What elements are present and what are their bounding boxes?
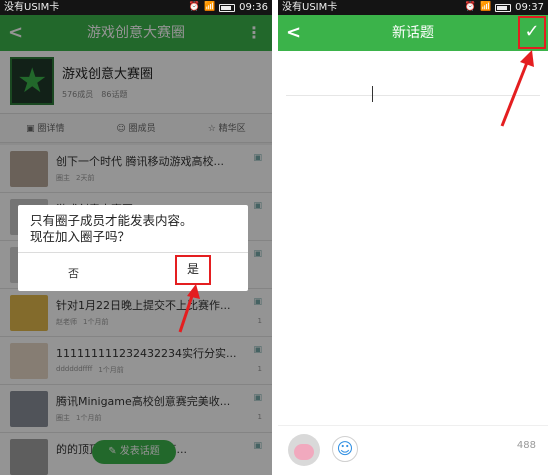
page-title: 新话题 [392, 25, 434, 41]
carrier-label: 没有USIM卡 [4, 2, 60, 13]
clock-label: 09:36 [239, 2, 268, 13]
status-bar: 没有USIM卡 ⏰ 📶 09:37 [278, 0, 548, 15]
attach-image-button[interactable] [288, 434, 320, 466]
yes-button[interactable]: 是 [175, 255, 211, 285]
wifi-icon: 📶 [479, 2, 492, 12]
topic-title-input[interactable] [286, 66, 540, 96]
no-button[interactable]: 否 [46, 261, 142, 287]
app-bar: < 新话题 [278, 15, 548, 51]
join-circle-dialog: 只有圈子成员才能发表内容。 现在加入圈子吗？ 否 [18, 205, 248, 291]
battery-icon [495, 3, 512, 12]
text-cursor [372, 86, 373, 102]
alarm-icon: ⏰ [188, 2, 200, 12]
confirm-button[interactable]: ✓ [518, 16, 546, 49]
emoji-button[interactable]: ☺ [332, 436, 358, 462]
editor-toolbar: ☺ 488 [278, 425, 548, 475]
topic-editor [286, 60, 540, 425]
dialog-message: 只有圈子成员才能发表内容。 现在加入圈子吗？ [30, 213, 193, 244]
remaining-char-count: 488 [516, 440, 536, 451]
status-bar: 没有USIM卡 ⏰ 📶 09:36 [0, 0, 272, 15]
left-screen: 没有USIM卡 ⏰ 📶 09:36 < 游戏创意大赛圈 ⋮ 游戏创意大赛圈 57… [0, 0, 272, 475]
wifi-icon: 📶 [203, 2, 216, 12]
battery-icon [219, 3, 236, 12]
clock-label: 09:37 [515, 2, 544, 13]
topic-body-input[interactable] [286, 98, 540, 425]
smiley-icon: ☺ [336, 439, 354, 458]
right-screen: 没有USIM卡 ⏰ 📶 09:37 < 新话题 ✓ ☺ 488 [278, 0, 548, 475]
dialog-divider [18, 252, 248, 253]
screenshot: 没有USIM卡 ⏰ 📶 09:36 < 游戏创意大赛圈 ⋮ 游戏创意大赛圈 57… [0, 0, 548, 475]
carrier-label: 没有USIM卡 [282, 2, 338, 13]
checkmark-icon: ✓ [524, 21, 540, 42]
alarm-icon: ⏰ [464, 2, 476, 12]
